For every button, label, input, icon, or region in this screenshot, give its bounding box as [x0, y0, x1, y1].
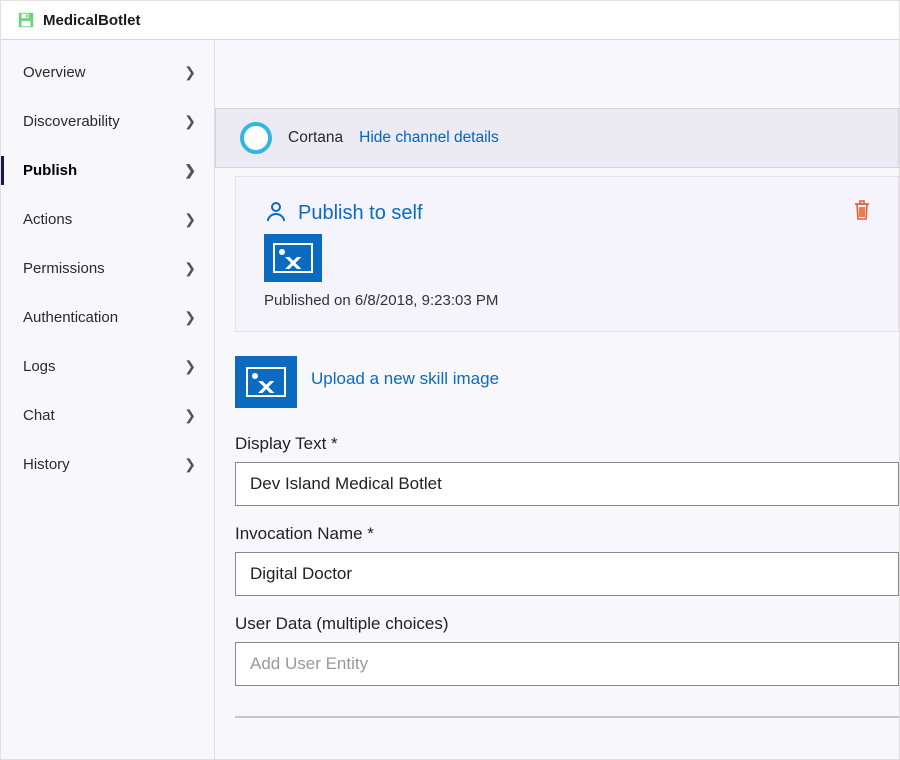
channel-name: Cortana	[288, 129, 343, 147]
channel-bar: Cortana Hide channel details	[215, 108, 899, 168]
main-panel: Cortana Hide channel details Publish to …	[215, 40, 899, 759]
sidebar-item-discoverability[interactable]: Discoverability ❯	[1, 97, 214, 146]
upload-row: Upload a new skill image	[235, 350, 899, 412]
delete-button[interactable]	[852, 199, 872, 226]
page-title: MedicalBotlet	[43, 12, 141, 29]
sidebar-item-label: Logs	[23, 358, 56, 375]
published-on-text: Published on 6/8/2018, 9:23:03 PM	[264, 292, 870, 309]
publish-header: Publish to self	[264, 199, 870, 228]
upload-skill-image-link[interactable]: Upload a new skill image	[311, 369, 499, 389]
sidebar: Overview ❯ Discoverability ❯ Publish ❯ A…	[1, 40, 215, 759]
user-data-input[interactable]	[235, 642, 899, 686]
form: Display Text * Invocation Name * User Da…	[235, 424, 899, 718]
image-placeholder-icon	[246, 367, 286, 397]
display-text-input[interactable]	[235, 462, 899, 506]
chevron-right-icon: ❯	[184, 64, 196, 81]
sidebar-item-label: Publish	[23, 162, 77, 179]
sidebar-item-actions[interactable]: Actions ❯	[1, 195, 214, 244]
sidebar-item-chat[interactable]: Chat ❯	[1, 391, 214, 440]
save-icon[interactable]	[17, 11, 35, 29]
chevron-right-icon: ❯	[184, 456, 196, 473]
chevron-right-icon: ❯	[184, 407, 196, 424]
chevron-right-icon: ❯	[184, 113, 196, 130]
sidebar-item-label: Overview	[23, 64, 86, 81]
sidebar-item-publish[interactable]: Publish ❯	[1, 146, 214, 195]
chevron-right-icon: ❯	[184, 162, 196, 179]
user-data-label: User Data (multiple choices)	[235, 614, 899, 634]
sidebar-item-history[interactable]: History ❯	[1, 440, 214, 489]
sidebar-item-label: Actions	[23, 211, 72, 228]
publish-card: Publish to self Published on 6/8/2018, 9…	[235, 176, 899, 332]
divider	[235, 716, 899, 718]
sidebar-item-label: Authentication	[23, 309, 118, 326]
chevron-right-icon: ❯	[184, 358, 196, 375]
invocation-name-input[interactable]	[235, 552, 899, 596]
sidebar-item-label: Discoverability	[23, 113, 120, 130]
hide-channel-details-link[interactable]: Hide channel details	[359, 129, 499, 147]
sidebar-item-permissions[interactable]: Permissions ❯	[1, 244, 214, 293]
sidebar-item-label: Permissions	[23, 260, 105, 277]
skill-image-thumbnail[interactable]	[264, 234, 322, 282]
cortana-icon	[240, 122, 272, 154]
sidebar-item-label: History	[23, 456, 70, 473]
upload-image-icon[interactable]	[235, 356, 297, 408]
publish-title: Publish to self	[298, 202, 423, 225]
chevron-right-icon: ❯	[184, 260, 196, 277]
sidebar-item-overview[interactable]: Overview ❯	[1, 48, 214, 97]
image-placeholder-icon	[273, 243, 313, 273]
chevron-right-icon: ❯	[184, 309, 196, 326]
sidebar-item-logs[interactable]: Logs ❯	[1, 342, 214, 391]
topbar: MedicalBotlet	[1, 1, 899, 40]
sidebar-item-label: Chat	[23, 407, 55, 424]
sidebar-item-authentication[interactable]: Authentication ❯	[1, 293, 214, 342]
person-icon	[264, 199, 288, 228]
invocation-name-label: Invocation Name *	[235, 524, 899, 544]
display-text-label: Display Text *	[235, 434, 899, 454]
chevron-right-icon: ❯	[184, 211, 196, 228]
